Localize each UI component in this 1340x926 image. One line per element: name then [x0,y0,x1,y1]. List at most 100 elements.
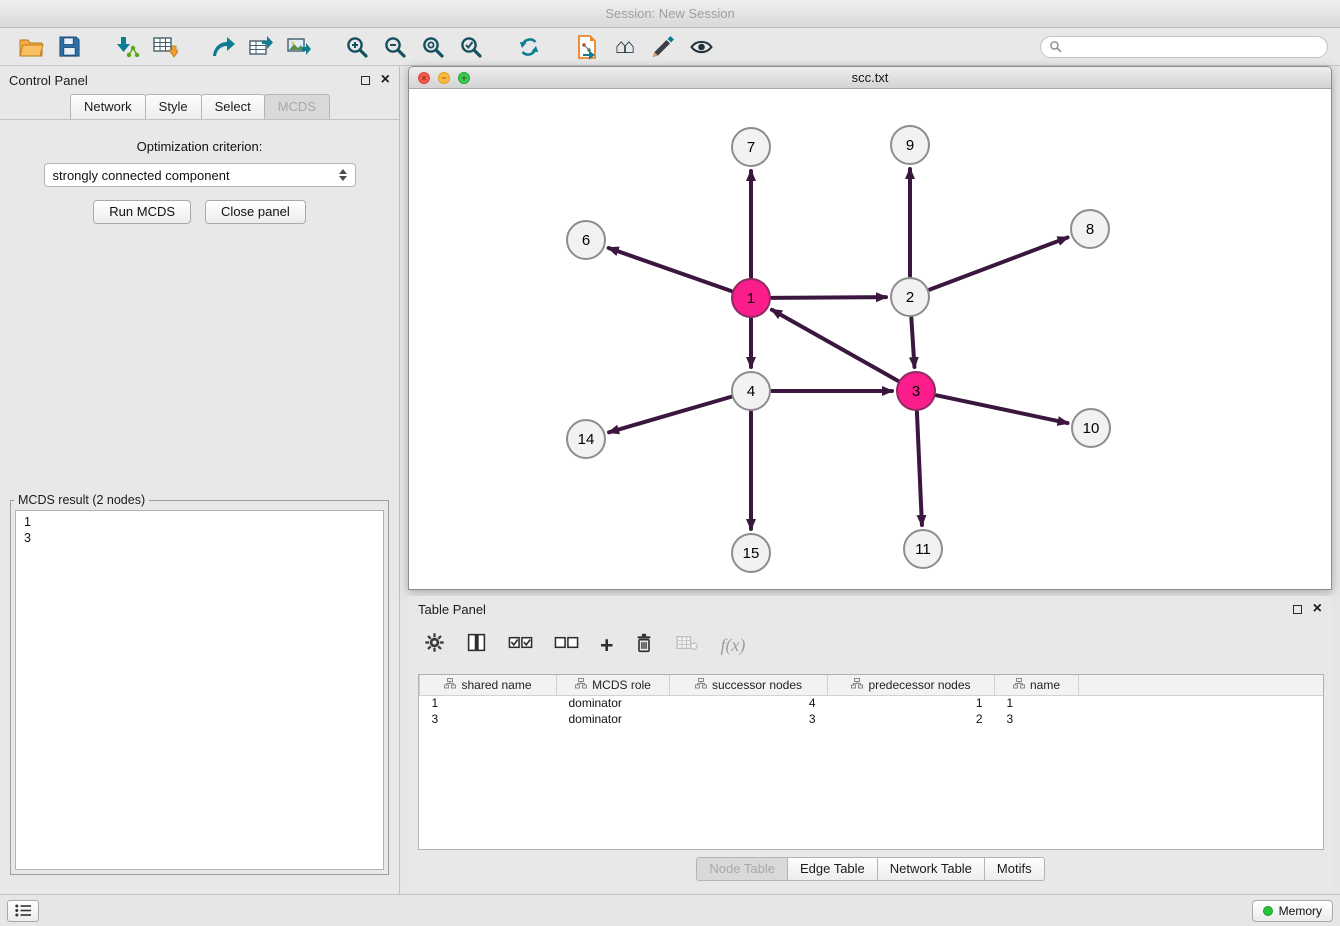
graph-node-3[interactable]: 3 [896,371,936,411]
mcds-result-list[interactable]: 1 3 [15,510,384,870]
edge-3-to-11[interactable] [917,412,922,525]
choose-columns-button[interactable] [466,632,487,658]
list-icon [15,904,32,917]
import-table-button[interactable] [146,31,184,63]
save-session-button[interactable] [50,31,88,63]
close-panel-button[interactable]: Close panel [205,200,306,224]
delete-column-button[interactable] [634,632,654,659]
delete-table-icon [675,634,699,652]
zoom-fit-button[interactable] [414,31,452,63]
column-header-mcds_role[interactable]: MCDS role [557,675,670,695]
graph-node-4[interactable]: 4 [731,371,771,411]
zoom-out-button[interactable] [376,31,414,63]
zoom-in-button[interactable] [338,31,376,63]
cell-successor: 3 [670,711,828,727]
export-table-icon [248,35,274,59]
network-canvas[interactable]: 7 9 6 8 1 2 4 3 14 10 15 11 [409,89,1331,589]
edge-1-to-6[interactable] [609,248,732,291]
edge-2-to-8[interactable] [930,237,1068,289]
float-panel-icon[interactable] [361,76,370,85]
column-header-name[interactable]: name [995,675,1079,695]
export-network-button[interactable] [204,31,242,63]
close-panel-icon[interactable]: × [381,72,390,88]
graph-node-6[interactable]: 6 [566,220,606,260]
zoom-selected-button[interactable] [452,31,490,63]
column-chooser-icon [466,632,487,653]
close-table-panel-icon[interactable]: × [1313,601,1322,617]
eye-icon [689,35,714,59]
column-header-label: successor nodes [712,678,802,692]
open-session-button[interactable] [12,31,50,63]
edge-1-to-2[interactable] [772,297,886,298]
task-history-button[interactable] [7,900,39,922]
cell-successor: 4 [670,695,828,711]
search-input[interactable] [1067,40,1319,54]
graph-node-9[interactable]: 9 [890,125,930,165]
table-panel: Table Panel × [408,596,1332,890]
select-all-rows-button[interactable] [508,634,533,656]
criterion-select[interactable]: strongly connected component [44,163,356,187]
control-panel-header: Control Panel × [0,66,399,94]
homes-icon: ⌂⌂ [615,35,635,59]
table-settings-button[interactable] [424,632,445,658]
memory-button-label: Memory [1279,904,1322,918]
column-header-shared_name[interactable]: shared name [420,675,557,695]
import-network-button[interactable] [108,31,146,63]
run-mcds-button[interactable]: Run MCDS [93,200,191,224]
mcds-result-line: 1 [24,514,375,530]
tab-network[interactable]: Network [70,94,146,119]
edge-3-to-10[interactable] [937,395,1068,423]
export-table-button[interactable] [242,31,280,63]
search-field[interactable] [1040,36,1328,58]
graph-node-14[interactable]: 14 [566,419,606,459]
network-window-titlebar[interactable]: × − + scc.txt [409,67,1331,89]
open-folder-icon [18,35,44,59]
graph-node-1[interactable]: 1 [731,278,771,318]
float-table-panel-icon[interactable] [1293,605,1302,614]
table-header-row: shared name MCDS role successor nodes prede… [420,675,1324,695]
show-hide-button[interactable] [682,31,720,63]
column-header-label: shared name [461,678,531,692]
column-header-predecessor[interactable]: predecessor nodes [828,675,995,695]
edge-4-to-14[interactable] [609,397,731,432]
cell-filler [1079,695,1324,711]
tab-edge-table[interactable]: Edge Table [787,857,878,881]
export-image-button[interactable] [280,31,318,63]
paintbrush-icon [651,35,675,59]
add-column-button[interactable]: + [600,634,613,657]
application-window: Session: New Session [0,0,1340,926]
edge-3-to-1[interactable] [772,310,898,381]
refresh-button[interactable] [510,31,548,63]
graph-node-8[interactable]: 8 [1070,209,1110,249]
import-network-icon [114,35,140,59]
tab-network-table[interactable]: Network Table [877,857,985,881]
edge-2-to-3[interactable] [911,318,914,367]
table-row[interactable]: 3dominator323 [420,711,1324,727]
graph-node-10[interactable]: 10 [1071,408,1111,448]
memory-button[interactable]: Memory [1252,900,1333,922]
deselect-all-rows-button[interactable] [554,634,579,656]
graph-node-15[interactable]: 15 [731,533,771,573]
graph-node-2[interactable]: 2 [890,277,930,317]
tab-select[interactable]: Select [201,94,265,119]
tab-motifs[interactable]: Motifs [984,857,1045,881]
tab-style[interactable]: Style [145,94,202,119]
close-window-icon[interactable]: × [418,72,430,84]
zoom-window-icon[interactable]: + [458,72,470,84]
clipboard-import-button[interactable] [568,31,606,63]
table-row[interactable]: 1dominator411 [420,695,1324,711]
tab-node-table[interactable]: Node Table [696,857,788,881]
column-header-successor[interactable]: successor nodes [670,675,828,695]
home-button[interactable]: ⌂⌂ [606,31,644,63]
zoom-selected-icon [459,35,483,59]
function-builder-button[interactable]: f(x) [720,635,745,656]
tab-mcds[interactable]: MCDS [264,94,330,119]
graph-node-7[interactable]: 7 [731,127,771,167]
table-panel-title: Table Panel [418,602,486,617]
deselect-all-icon [554,634,579,651]
delete-table-button[interactable] [675,634,699,657]
graph-node-11[interactable]: 11 [903,529,943,569]
apply-style-button[interactable] [644,31,682,63]
minimize-window-icon[interactable]: − [438,72,450,84]
network-window: × − + scc.txt 7 9 6 8 1 2 4 3 14 10 15 11 [408,66,1332,590]
